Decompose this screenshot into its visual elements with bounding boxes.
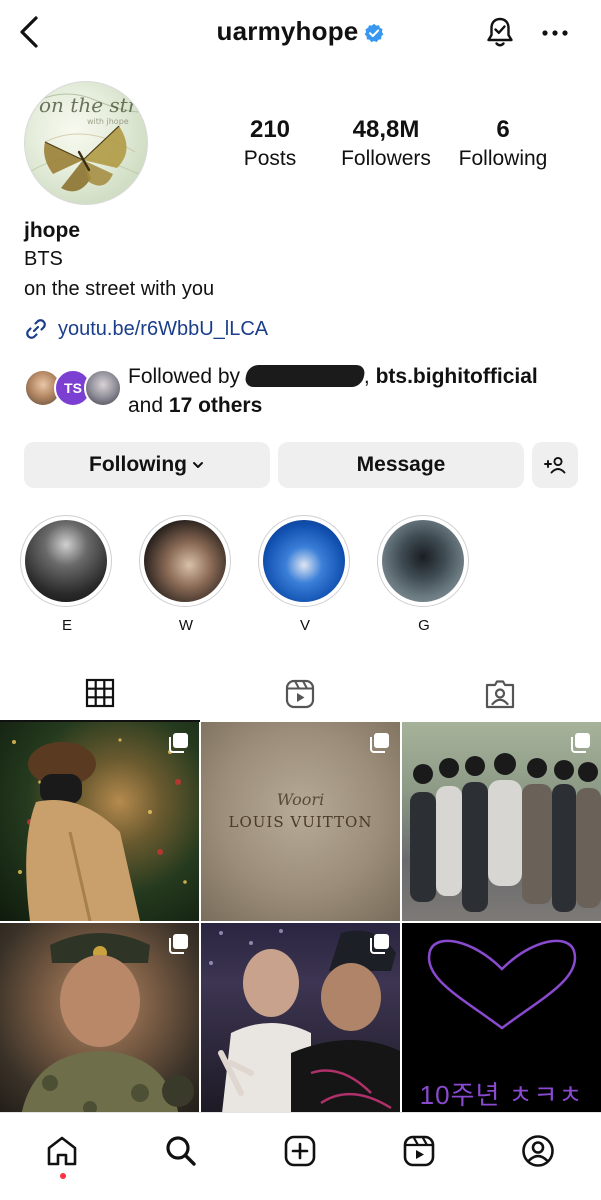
- reels-nav-icon: [403, 1135, 435, 1167]
- post-tile[interactable]: [201, 923, 400, 1122]
- suggested-accounts-button[interactable]: [532, 442, 578, 488]
- post-tile[interactable]: 10주년 ㅊㅋㅊ: [402, 923, 601, 1122]
- verified-icon: [365, 23, 384, 43]
- tagged-icon: [485, 680, 515, 709]
- grid-icon: [85, 678, 115, 708]
- multi-post-icon: [370, 733, 389, 753]
- follower-avatar-2-text: TS: [64, 380, 82, 396]
- bottom-nav: [0, 1112, 601, 1200]
- nav-profile[interactable]: [518, 1131, 558, 1171]
- tab-reels[interactable]: [200, 666, 400, 722]
- nav-create[interactable]: [280, 1131, 320, 1171]
- post-tile[interactable]: [402, 722, 601, 921]
- bell-icon[interactable]: [484, 14, 516, 50]
- link-icon: [26, 319, 46, 339]
- highlight-g[interactable]: G: [377, 515, 471, 634]
- chevron-down-icon: [192, 462, 203, 468]
- highlight-g-image: [382, 520, 464, 602]
- tab-tagged[interactable]: [400, 666, 600, 722]
- multi-post-icon: [370, 934, 389, 954]
- profile-avatar[interactable]: on the stre with jhope: [24, 81, 148, 205]
- highlight-w-label: W: [178, 617, 194, 634]
- followed-by-account[interactable]: bts.bighitofficial: [376, 365, 538, 388]
- post-tile[interactable]: [0, 923, 199, 1122]
- reels-icon: [285, 679, 315, 709]
- top-bar: uarmyhope: [0, 0, 601, 64]
- highlight-e-image: [25, 520, 107, 602]
- notification-dot: [60, 1173, 66, 1179]
- posts-count: 210: [249, 116, 291, 143]
- following-button-label: Following: [89, 453, 187, 476]
- follower-avatar-3: [84, 369, 122, 407]
- stat-following[interactable]: 6 Following: [448, 116, 558, 174]
- multi-post-icon: [169, 934, 188, 954]
- followed-by-text: Followed by , bts.bighitofficial and 17 …: [128, 365, 538, 417]
- home-icon: [47, 1136, 77, 1166]
- following-count: 6: [496, 116, 510, 143]
- posts-label: Posts: [243, 147, 297, 170]
- profile-tabs: [0, 666, 601, 722]
- profile-icon: [522, 1135, 554, 1167]
- highlight-g-label: G: [418, 617, 430, 634]
- highlight-v-label: V: [299, 617, 310, 634]
- profile-name: jhope: [24, 219, 80, 242]
- followers-count: 48,8M: [352, 116, 420, 143]
- highlight-e[interactable]: E: [20, 515, 114, 634]
- svg-text:on the stre: on the stre: [39, 93, 148, 117]
- more-icon[interactable]: [540, 18, 570, 48]
- lv-text-bottom: LOUIS VUITTON: [228, 813, 373, 831]
- lv-text-top: Woori: [276, 790, 325, 809]
- highlight-w[interactable]: W: [139, 515, 233, 634]
- create-icon: [284, 1135, 316, 1167]
- highlight-w-image: [144, 520, 226, 602]
- followed-by-others[interactable]: 17 others: [169, 394, 262, 417]
- highlight-v[interactable]: V: [258, 515, 352, 634]
- message-button[interactable]: Message: [278, 442, 524, 488]
- svg-text:with jhope: with jhope: [87, 117, 129, 126]
- followers-label: Followers: [341, 147, 431, 170]
- following-label: Following: [458, 147, 548, 170]
- message-button-label: Message: [356, 453, 446, 476]
- stat-posts[interactable]: 210 Posts: [220, 116, 320, 174]
- followed-by[interactable]: TS Followed by , bts.bighitofficial and …: [24, 362, 584, 422]
- nav-search[interactable]: [161, 1131, 201, 1171]
- redacted-username: [243, 365, 367, 387]
- heart-caption: 10주년 ㅊㅋㅊ: [419, 1080, 584, 1110]
- post-grid: Woori LOUIS VUITTON 10주년 ㅊㅋㅊ: [0, 722, 601, 1122]
- bio-line-1: BTS: [24, 248, 63, 270]
- stat-followers[interactable]: 48,8M Followers: [330, 116, 442, 174]
- highlight-v-image: [263, 520, 345, 602]
- multi-post-icon: [571, 733, 590, 753]
- username: uarmyhope: [216, 16, 359, 46]
- multi-post-icon: [169, 733, 188, 753]
- post-tile[interactable]: Woori LOUIS VUITTON: [201, 722, 400, 921]
- following-button[interactable]: Following: [24, 442, 270, 488]
- tab-posts[interactable]: [0, 666, 200, 722]
- nav-reels[interactable]: [399, 1131, 439, 1171]
- followed-by-and: and: [128, 394, 164, 417]
- nav-home[interactable]: [42, 1131, 82, 1171]
- highlight-e-label: E: [61, 617, 72, 634]
- add-person-icon: [544, 456, 566, 474]
- search-icon: [166, 1136, 196, 1166]
- bio-line-2: on the street with you: [24, 278, 215, 300]
- bio-link[interactable]: youtu.be/r6WbbU_lLCA: [24, 317, 268, 341]
- profile-bio: jhope BTS on the street with you: [24, 218, 584, 304]
- bio-link-text: youtu.be/r6WbbU_lLCA: [58, 317, 269, 340]
- post-tile[interactable]: [0, 722, 199, 921]
- followed-by-prefix: Followed by: [128, 365, 241, 388]
